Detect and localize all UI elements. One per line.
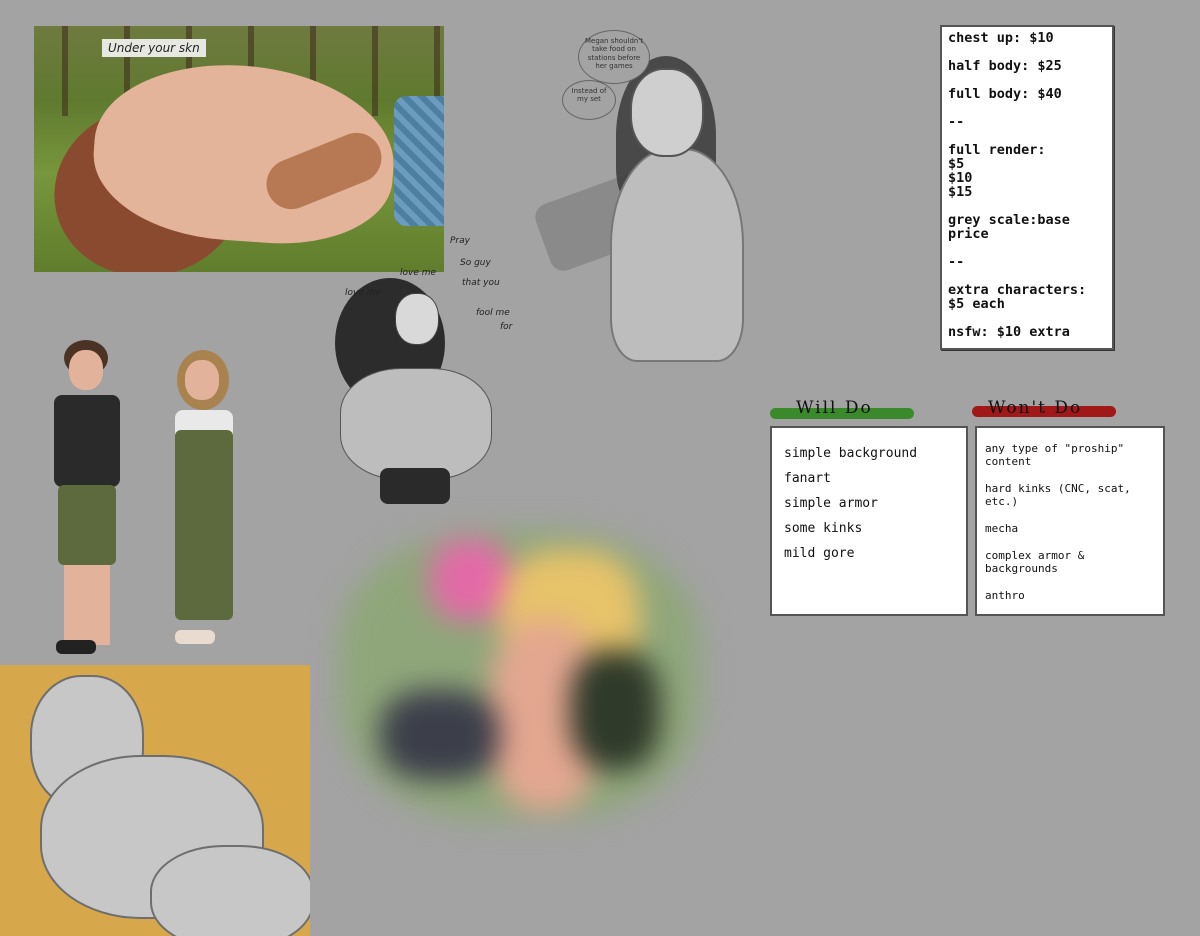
will-do-item: fanart [784,471,831,486]
price-line: $5 [948,156,965,172]
price-line: extra characters: [948,282,1087,298]
price-line: full body: $40 [948,86,1062,102]
will-do-item: mild gore [784,546,855,561]
lyric-text: for [500,322,513,332]
wont-do-item: mecha [985,522,1019,535]
price-line: half body: $25 [948,58,1062,74]
lyric-text: fool me [476,308,510,318]
character-shoes [175,630,215,644]
figure-part [150,845,310,936]
will-do-item: simple armor [784,496,878,511]
sketch-face [395,293,439,345]
price-spacer [948,269,1106,283]
wont-do-list: any type of "proship" content hard kinks … [975,426,1165,616]
price-spacer [948,199,1106,213]
wont-do-item: complex armor & backgrounds [985,549,1085,575]
will-do-title: Will Do [796,398,873,418]
wont-do-item: anthro [985,589,1025,602]
lyric-text: So guy [460,258,491,268]
will-do-item: simple background [784,446,918,461]
price-line: -- [948,114,965,130]
price-line: grey scale:base [948,212,1070,228]
artwork-blurred-painting [340,530,700,820]
price-line: $15 [948,184,973,200]
lyric-text: that you [462,278,500,288]
character-right [155,350,255,660]
artwork-grey-figure [0,665,310,936]
price-spacer [948,311,1106,325]
character-legs [64,565,110,645]
will-do-list: simple background fanart simple armor some … [770,426,968,616]
price-spacer [948,101,1106,115]
speech-bubble: Instead of my set [562,80,616,120]
lyric-text: Pray [450,236,470,246]
blur-pink [430,540,510,620]
price-line: $5 each [948,296,1005,312]
price-line: price [948,226,989,242]
price-line: chest up: $10 [948,30,1054,46]
character-shirt [54,395,120,487]
character-head [69,350,103,390]
artwork-two-characters [30,320,270,660]
will-do-items: simple background fanart simple armor some … [784,446,954,561]
sketch-boots [380,468,450,504]
blur-dark [570,650,660,770]
character-head [185,360,219,400]
speech-bubble: Megan shouldn't take food on stations be… [578,30,650,84]
price-line: -- [948,254,965,270]
price-line: full render: [948,142,1046,158]
plaid-shorts [394,96,444,226]
character-shorts [58,485,116,565]
sketch-body [340,368,492,480]
character-left [40,340,140,660]
character-shoes [56,640,96,654]
artwork-seated-sketch: Pray So guy that you love me love me foo… [300,228,525,518]
wont-do-title: Won't Do [988,398,1083,418]
wont-do-items: any type of "proship" content hard kinks … [985,442,1155,602]
will-do-item: some kinks [784,521,863,536]
price-spacer [948,241,1106,255]
character-overalls [175,430,233,620]
artwork-caption: Under your skn [102,39,206,57]
lyric-text: love me [345,288,382,298]
price-spacer [948,129,1106,143]
artwork-microphone-sketch: Megan shouldn't take food on stations be… [530,28,820,408]
wont-do-item: any type of "proship" content [985,442,1125,468]
lyric-text: love me [400,268,437,278]
price-spacer [948,73,1106,87]
price-list-card: chest up: $10 half body: $25 full body: $4… [940,25,1114,350]
sketch-body [610,148,744,362]
price-line: $10 [948,170,973,186]
price-line: nsfw: $10 extra [948,324,1070,340]
blur-dark [380,690,500,780]
price-spacer [948,45,1106,59]
sketch-head [630,68,704,157]
wont-do-item: hard kinks (CNC, scat, etc.) [985,482,1131,508]
